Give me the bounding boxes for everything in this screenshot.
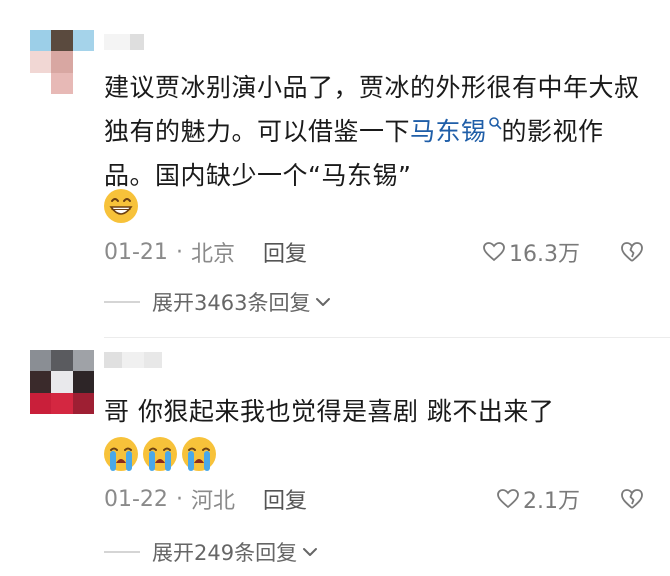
expand-replies-label: 展开249条回复	[152, 541, 298, 565]
comment-meta: 01-21 · 北京 回复 16.3万	[104, 237, 644, 267]
reply-button[interactable]: 回复	[263, 483, 307, 515]
comment-date: 01-21	[104, 239, 168, 265]
chevron-down-icon	[316, 298, 331, 306]
dislike-button[interactable]	[620, 241, 644, 263]
meta-separator: ·	[175, 239, 183, 265]
expand-line	[104, 551, 140, 553]
username-blurred[interactable]	[104, 34, 144, 50]
emoji-row	[102, 187, 140, 225]
broken-heart-icon	[621, 489, 643, 509]
comment-location: 北京	[190, 242, 235, 267]
avatar[interactable]	[30, 30, 94, 94]
expand-line	[104, 301, 140, 303]
comment-location: 河北	[190, 489, 235, 514]
comment-date: 01-22	[104, 486, 168, 512]
comment-meta: 01-22 · 河北 回复 2.1万	[104, 484, 644, 514]
broken-heart-icon	[621, 242, 643, 262]
like-button[interactable]: 2.1万	[497, 483, 580, 515]
emoji-row	[102, 435, 218, 473]
heart-icon	[497, 489, 519, 509]
expand-replies-button[interactable]: 展开3463条回复	[104, 287, 332, 317]
comment-divider	[104, 337, 670, 338]
chevron-down-icon	[303, 548, 318, 556]
dislike-button[interactable]	[620, 488, 644, 510]
username-blurred[interactable]	[104, 352, 162, 368]
loudly-crying-face-emoji	[182, 437, 216, 471]
loudly-crying-face-emoji	[104, 437, 138, 471]
expand-replies-label: 展开3463条回复	[152, 291, 311, 315]
grinning-face-emoji	[104, 189, 138, 223]
loudly-crying-face-emoji	[143, 437, 177, 471]
heart-icon	[483, 242, 505, 262]
avatar[interactable]	[30, 350, 94, 414]
reply-button[interactable]: 回复	[263, 236, 307, 268]
expand-replies-button[interactable]: 展开249条回复	[104, 537, 319, 567]
hashtag-link[interactable]: 马东锡	[410, 117, 502, 146]
search-icon	[488, 117, 501, 130]
comment-text: 建议贾冰别演小品了，贾冰的外形很有中年大叔独有的魅力。可以借鉴一下马东锡 的影视作…	[104, 73, 640, 190]
meta-separator: ·	[175, 486, 183, 512]
like-count: 16.3万	[509, 242, 580, 267]
comment-text: 哥 你狠起来我也觉得是喜剧 跳不出来了	[104, 397, 555, 426]
like-button[interactable]: 16.3万	[483, 236, 580, 268]
like-count: 2.1万	[523, 489, 580, 514]
